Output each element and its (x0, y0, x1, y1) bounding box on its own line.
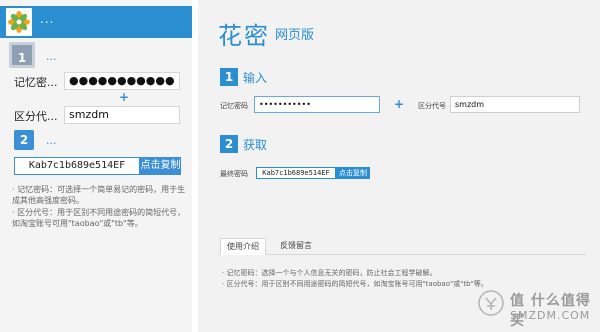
watermark-subtext: SMZDM.COM (510, 309, 591, 322)
note-password: · 记忆密码：选择一个与个人信息无关的密码，防止社会工程学破解。 (222, 269, 437, 277)
step-2-badge: 2 (220, 135, 238, 153)
mobile-note-code: · 区分代号：用于区别不同用途密码的简短代号，如淘宝账号可用"taobao"或"… (12, 208, 186, 228)
mobile-step-1-badge: 1 (9, 42, 35, 68)
smzdm-logo-icon (478, 290, 504, 316)
mobile-step-1-title: ... (46, 50, 57, 63)
output-field[interactable]: Kab7c1b689e514EF (256, 167, 336, 179)
note-code: · 区分代号：用于区别不同用途密码的简短代号，如淘宝账号可用"taobao"或"… (222, 280, 488, 288)
mobile-code-field[interactable]: smzdm (64, 106, 180, 124)
mobile-password-label: 记忆密... (14, 76, 58, 89)
code-label: 区分代号 (418, 102, 446, 110)
mobile-copy-button[interactable]: 点击复制 (140, 157, 181, 175)
output-label: 最终密码 (220, 170, 248, 178)
brand-subtitle: 网页版 (275, 28, 315, 43)
mobile-header-title: ... (40, 12, 55, 26)
mobile-password-field[interactable]: ●●●●●●●●●●● (64, 72, 180, 90)
password-field[interactable]: ••••••••••• (254, 96, 380, 113)
brand-title: 花密 (218, 22, 270, 50)
tab-usage[interactable]: 使用介绍 (220, 238, 266, 255)
step-1-badge: 1 (220, 68, 238, 86)
step-1-title: 输入 (243, 71, 268, 85)
mobile-panel: ... 1 ... 记忆密... ●●●●●●●●●●● + 区分代... sm… (0, 0, 192, 332)
mobile-plus-sign: + (119, 90, 130, 104)
code-field[interactable]: smzdm (450, 96, 580, 113)
mobile-step-2-title: ... (46, 134, 57, 147)
desktop-panel: 花密 网页版 1 输入 记忆密码 ••••••••••• + 区分代号 smzd… (198, 0, 600, 332)
tab-feedback[interactable]: 反馈留言 (274, 238, 318, 255)
mobile-header-bar: ... (0, 6, 192, 38)
mobile-note-password: · 记忆密码：可选择一个简单易记的密码，用于生成其他高强度密码。 (12, 185, 186, 205)
password-label: 记忆密码 (220, 102, 248, 110)
copy-button[interactable]: 点击复制 (336, 167, 370, 179)
mobile-step-2-badge: 2 (14, 130, 34, 150)
mobile-code-label: 区分代... (14, 110, 58, 123)
mobile-output-field[interactable]: Kab7c1b689e514EF (14, 157, 140, 175)
plus-sign: + (394, 97, 405, 111)
flower-logo-icon (6, 8, 32, 36)
step-2-title: 获取 (243, 138, 268, 152)
